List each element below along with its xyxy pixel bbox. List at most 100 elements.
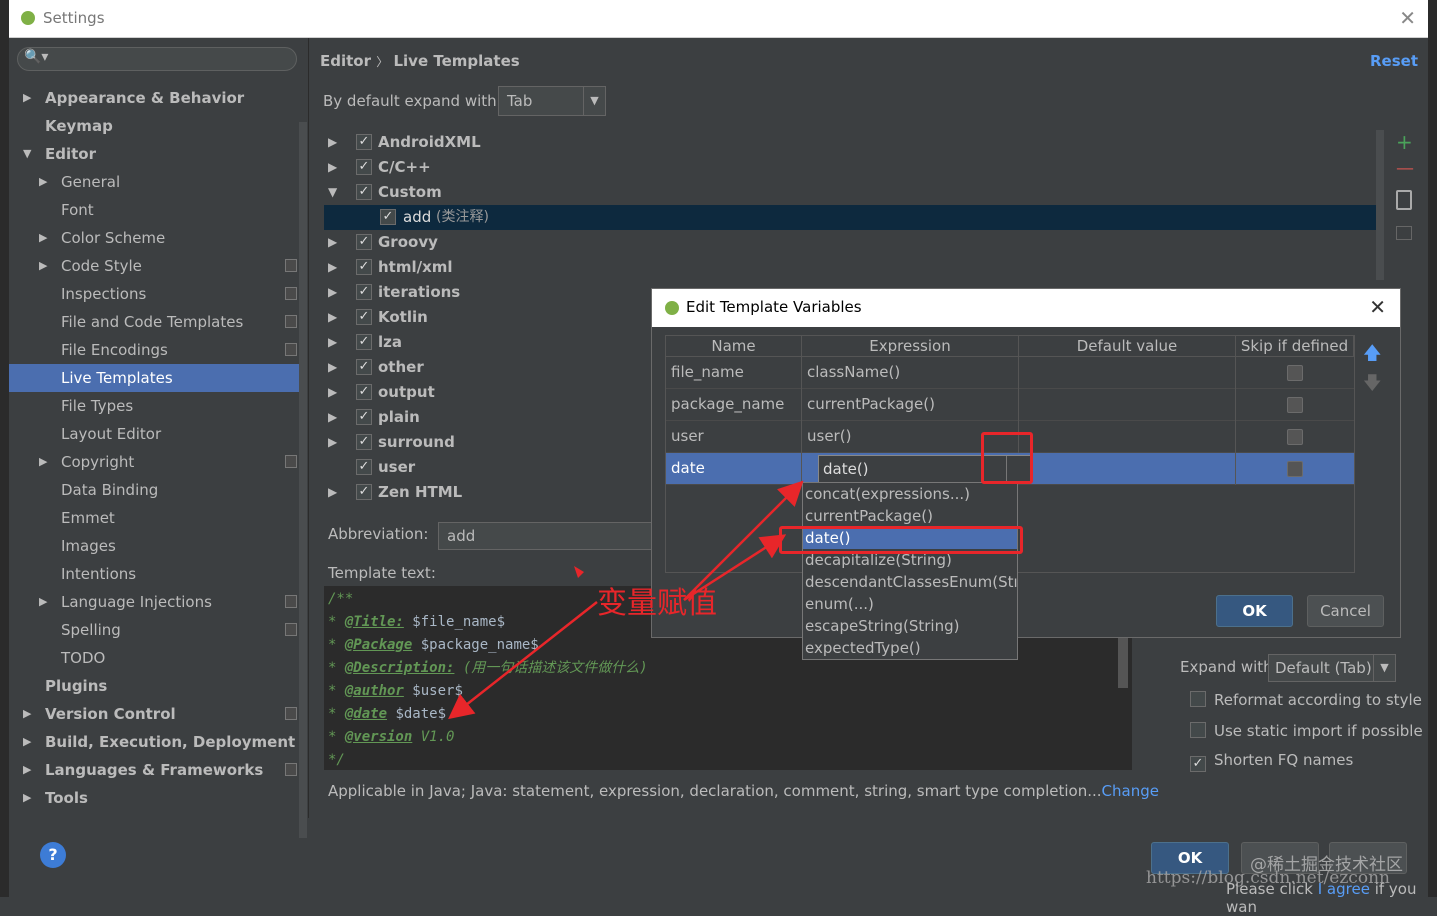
dialog-cancel-button[interactable]: Cancel (1307, 595, 1384, 627)
static-import-option[interactable]: Use static import if possible (1190, 720, 1423, 740)
sidebar-item-copyright[interactable]: ▶ Copyright (9, 448, 305, 476)
expression-option-enum[interactable]: enum(...) (803, 593, 1017, 615)
sidebar-item-data-binding[interactable]: Data Binding (9, 476, 305, 504)
template-checkbox[interactable]: ✓ (356, 309, 372, 325)
shorten-fq-option[interactable]: ✓ Shorten FQ names (1190, 751, 1353, 772)
dialog-ok-button[interactable]: OK (1216, 595, 1293, 627)
close-icon[interactable]: ✕ (1369, 295, 1386, 319)
template-checkbox[interactable]: ✓ (356, 384, 372, 400)
help-icon[interactable]: ? (40, 842, 66, 868)
template-checkbox[interactable]: ✓ (356, 359, 372, 375)
variable-default-value[interactable] (1019, 357, 1236, 389)
expression-option-concat-expressions[interactable]: concat(expressions...) (803, 483, 1017, 505)
breadcrumb-editor[interactable]: Editor (320, 52, 371, 70)
chevron-right-icon[interactable]: ▶ (328, 230, 337, 255)
variable-name[interactable]: date (666, 453, 802, 485)
chevron-right-icon[interactable]: ▶ (328, 355, 337, 380)
sidebar-item-build-execution-deployment[interactable]: ▶ Build, Execution, Deployment (9, 728, 305, 756)
template-checkbox[interactable]: ✓ (356, 409, 372, 425)
chevron-right-icon[interactable]: ▶ (39, 448, 47, 476)
expression-option-descendantclassesenum-st[interactable]: descendantClassesEnum(Stı (803, 571, 1017, 593)
move-down-icon[interactable]: 🡇 (1363, 371, 1382, 401)
template-checkbox[interactable]: ✓ (356, 334, 372, 350)
variable-name[interactable]: file_name (666, 357, 802, 389)
sidebar-item-images[interactable]: Images (9, 532, 305, 560)
chevron-down-icon[interactable]: ▼ (328, 180, 337, 205)
template-checkbox[interactable]: ✓ (356, 459, 372, 475)
chevron-right-icon[interactable]: ▶ (39, 252, 47, 280)
skip-if-defined-checkbox[interactable] (1287, 397, 1303, 413)
template-group-html-xml[interactable]: ▶ ✓ html/xml (324, 255, 1384, 280)
chevron-right-icon[interactable]: ▶ (328, 155, 337, 180)
chevron-right-icon[interactable]: ▶ (328, 430, 337, 455)
remove-icon[interactable]: — (1396, 158, 1414, 179)
template-checkbox[interactable]: ✓ (356, 234, 372, 250)
sidebar-item-general[interactable]: ▶ General (9, 168, 305, 196)
sidebar-item-layout-editor[interactable]: Layout Editor (9, 420, 305, 448)
sidebar-item-inspections[interactable]: Inspections (9, 280, 305, 308)
sidebar-item-appearance-behavior[interactable]: ▶ Appearance & Behavior (9, 84, 305, 112)
chevron-right-icon[interactable]: ▶ (328, 255, 337, 280)
variable-name[interactable]: package_name (666, 389, 802, 421)
template-group-androidxml[interactable]: ▶ ✓ AndroidXML (324, 130, 1384, 155)
skip-if-defined-checkbox[interactable] (1287, 365, 1303, 381)
template-checkbox[interactable]: ✓ (356, 284, 372, 300)
template-checkbox[interactable]: ✓ (356, 159, 372, 175)
variable-default-value[interactable] (1019, 453, 1236, 485)
close-icon[interactable]: ✕ (1399, 6, 1416, 30)
sidebar-item-file-and-code-templates[interactable]: File and Code Templates (9, 308, 305, 336)
sidebar-item-code-style[interactable]: ▶ Code Style (9, 252, 305, 280)
add-icon[interactable]: + (1396, 130, 1413, 154)
chevron-right-icon[interactable]: ▶ (23, 756, 31, 784)
sidebar-item-version-control[interactable]: ▶ Version Control (9, 700, 305, 728)
sidebar-item-spelling[interactable]: Spelling (9, 616, 305, 644)
expression-option-expectedtype[interactable]: expectedType() (803, 637, 1017, 659)
default-expand-combo[interactable]: Tab ▼ (498, 86, 606, 116)
skip-if-defined-checkbox[interactable] (1287, 461, 1303, 477)
variable-default-value[interactable] (1019, 421, 1236, 453)
template-group-custom[interactable]: ▼ ✓ Custom (324, 180, 1384, 205)
template-group-groovy[interactable]: ▶ ✓ Groovy (324, 230, 1384, 255)
template-checkbox[interactable]: ✓ (356, 259, 372, 275)
template-group-c-c[interactable]: ▶ ✓ C/C++ (324, 155, 1384, 180)
template-item-add[interactable]: ✓ add (类注释) (324, 205, 1384, 230)
sidebar-item-editor[interactable]: ▼ Editor (9, 140, 305, 168)
column-header-name[interactable]: Name (666, 336, 802, 357)
chevron-right-icon[interactable]: ▶ (23, 84, 31, 112)
chevron-right-icon[interactable]: ▶ (39, 588, 47, 616)
sidebar-item-live-templates[interactable]: Live Templates (9, 364, 305, 392)
template-checkbox[interactable]: ✓ (356, 184, 372, 200)
sidebar-item-file-encodings[interactable]: File Encodings (9, 336, 305, 364)
expression-option-currentpackage[interactable]: currentPackage() (803, 505, 1017, 527)
i-agree-link[interactable]: I agree (1318, 880, 1370, 898)
expand-with-combo[interactable]: Default (Tab) ▼ (1268, 654, 1396, 682)
sidebar-item-keymap[interactable]: Keymap (9, 112, 305, 140)
sidebar-item-color-scheme[interactable]: ▶ Color Scheme (9, 224, 305, 252)
chevron-down-icon[interactable]: ▼ (23, 140, 31, 168)
template-checkbox[interactable]: ✓ (356, 484, 372, 500)
shorten-fq-checkbox[interactable]: ✓ (1190, 756, 1206, 772)
sidebar-item-language-injections[interactable]: ▶ Language Injections (9, 588, 305, 616)
chevron-right-icon[interactable]: ▶ (23, 728, 31, 756)
copy-icon[interactable] (1396, 190, 1412, 210)
chevron-right-icon[interactable]: ▶ (23, 784, 31, 812)
variable-name[interactable]: user (666, 421, 802, 453)
chevron-right-icon[interactable]: ▶ (328, 480, 337, 505)
variable-expression[interactable]: className() (802, 357, 1019, 389)
change-link[interactable]: Change (1102, 782, 1159, 800)
sidebar-item-todo[interactable]: TODO (9, 644, 305, 672)
variable-default-value[interactable] (1019, 389, 1236, 421)
variable-row-package-name[interactable]: package_name currentPackage() (666, 389, 1354, 421)
restore-icon[interactable] (1396, 226, 1412, 240)
sidebar-item-file-types[interactable]: File Types (9, 392, 305, 420)
sidebar-item-tools[interactable]: ▶ Tools (9, 784, 305, 812)
static-import-checkbox[interactable] (1190, 722, 1206, 738)
variable-row-file-name[interactable]: file_name className() (666, 357, 1354, 389)
variable-expression[interactable]: currentPackage() (802, 389, 1019, 421)
reset-link[interactable]: Reset (1370, 52, 1418, 70)
chevron-right-icon[interactable]: ▶ (328, 330, 337, 355)
chevron-right-icon[interactable]: ▶ (328, 305, 337, 330)
sidebar-item-languages-frameworks[interactable]: ▶ Languages & Frameworks (9, 756, 305, 784)
skip-if-defined-checkbox[interactable] (1287, 429, 1303, 445)
chevron-right-icon[interactable]: ▶ (328, 405, 337, 430)
